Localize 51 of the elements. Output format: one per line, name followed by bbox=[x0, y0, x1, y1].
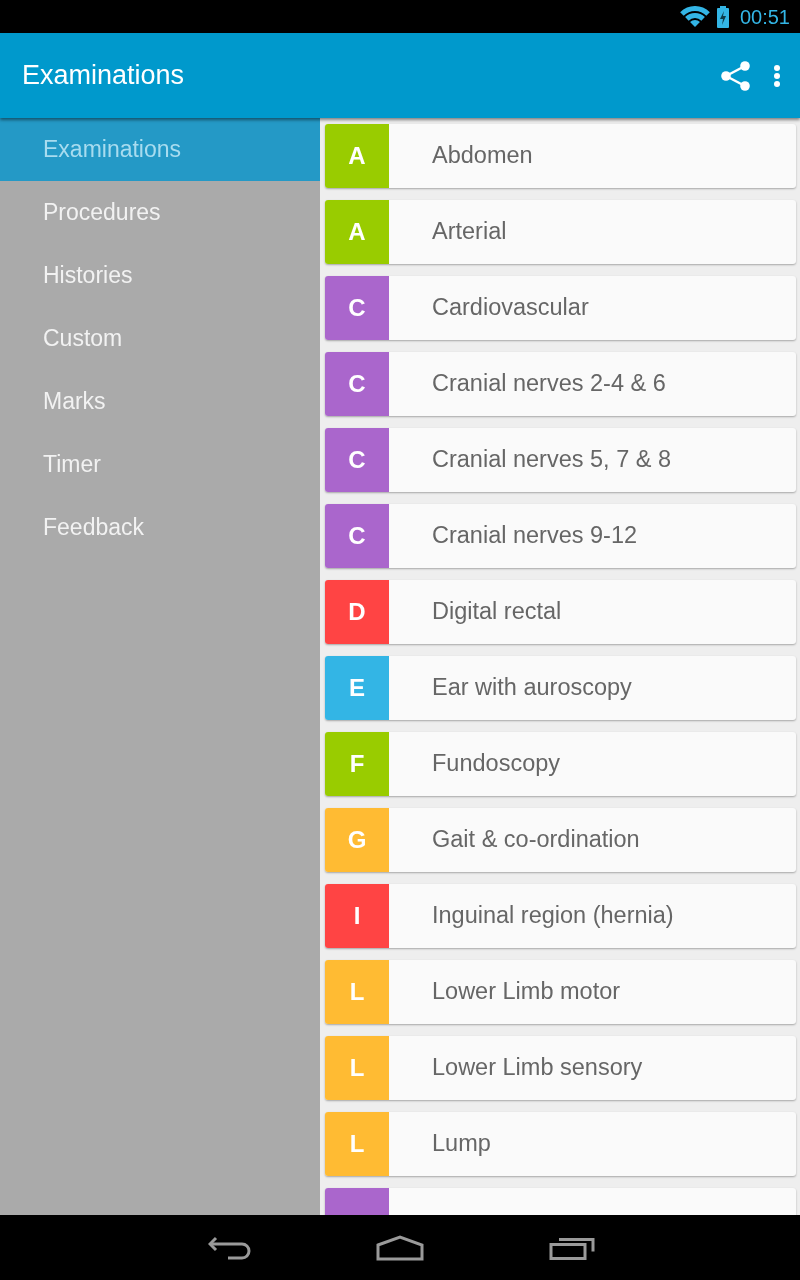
share-icon[interactable] bbox=[721, 60, 750, 91]
letter-tile: A bbox=[325, 124, 389, 188]
exam-label: Digital rectal bbox=[432, 597, 562, 627]
status-time: 00:51 bbox=[739, 6, 790, 27]
exam-card[interactable]: A Abdomen bbox=[325, 124, 796, 188]
exam-card[interactable]: C Cardiovascular bbox=[325, 276, 796, 340]
exam-label: Inguinal region (hernia) bbox=[432, 901, 674, 931]
letter-tile: C bbox=[325, 352, 389, 416]
exam-card[interactable]: C Cranial nerves 9-12 bbox=[325, 504, 796, 568]
overflow-menu-icon[interactable] bbox=[774, 64, 780, 87]
exam-label: Lump bbox=[432, 1129, 491, 1159]
exam-card[interactable]: G Gait & co-ordination bbox=[325, 808, 796, 872]
exam-card[interactable]: L Lump bbox=[325, 1112, 796, 1176]
letter-tile: L bbox=[325, 1036, 389, 1100]
letter-tile: C bbox=[325, 276, 389, 340]
letter-tile: L bbox=[325, 960, 389, 1024]
exam-label: Ear with auroscopy bbox=[432, 673, 632, 703]
letter-tile: D bbox=[325, 580, 389, 644]
letter-tile: G bbox=[325, 808, 389, 872]
exam-label: Lower Limb sensory bbox=[432, 1053, 643, 1083]
exam-card[interactable]: A Arterial bbox=[325, 200, 796, 264]
exam-label: Cardiovascular bbox=[432, 293, 589, 323]
exam-label: Cranial nerves 5, 7 & 8 bbox=[432, 445, 672, 475]
app-title: Examinations bbox=[22, 62, 186, 89]
exam-card[interactable]: F Fundoscopy bbox=[325, 732, 796, 796]
letter-tile: A bbox=[325, 200, 389, 264]
exam-card[interactable]: L Lower Limb motor bbox=[325, 960, 796, 1024]
exam-label: Arterial bbox=[432, 217, 507, 247]
exam-label: Abdomen bbox=[432, 141, 533, 171]
exam-card[interactable]: C Cranial nerves 2-4 & 6 bbox=[325, 352, 796, 416]
exam-card[interactable]: C Cranial nerves 5, 7 & 8 bbox=[325, 428, 796, 492]
back-icon[interactable] bbox=[208, 1235, 252, 1260]
exam-label: Lower Limb motor bbox=[432, 977, 621, 1007]
exam-card[interactable]: E Ear with auroscopy bbox=[325, 656, 796, 720]
exam-label: Cranial nerves 9-12 bbox=[432, 521, 638, 551]
home-icon[interactable] bbox=[376, 1234, 424, 1261]
letter-tile: L bbox=[325, 1112, 389, 1176]
wifi-icon bbox=[679, 6, 710, 27]
letter-tile: C bbox=[325, 428, 389, 492]
letter-tile: C bbox=[325, 504, 389, 568]
exam-label: Fundoscopy bbox=[432, 749, 561, 779]
exam-card[interactable]: I Inguinal region (hernia) bbox=[325, 884, 796, 948]
letter-tile: I bbox=[325, 884, 389, 948]
exam-card[interactable]: L Lower Limb sensory bbox=[325, 1036, 796, 1100]
exam-label: Cranial nerves 2-4 & 6 bbox=[432, 369, 666, 399]
exam-label: Gait & co-ordination bbox=[432, 825, 640, 855]
letter-tile: E bbox=[325, 656, 389, 720]
exam-card[interactable]: D Digital rectal bbox=[325, 580, 796, 644]
recent-apps-icon[interactable] bbox=[549, 1235, 595, 1260]
letter-tile: F bbox=[325, 732, 389, 796]
battery-charging-icon bbox=[716, 5, 729, 28]
